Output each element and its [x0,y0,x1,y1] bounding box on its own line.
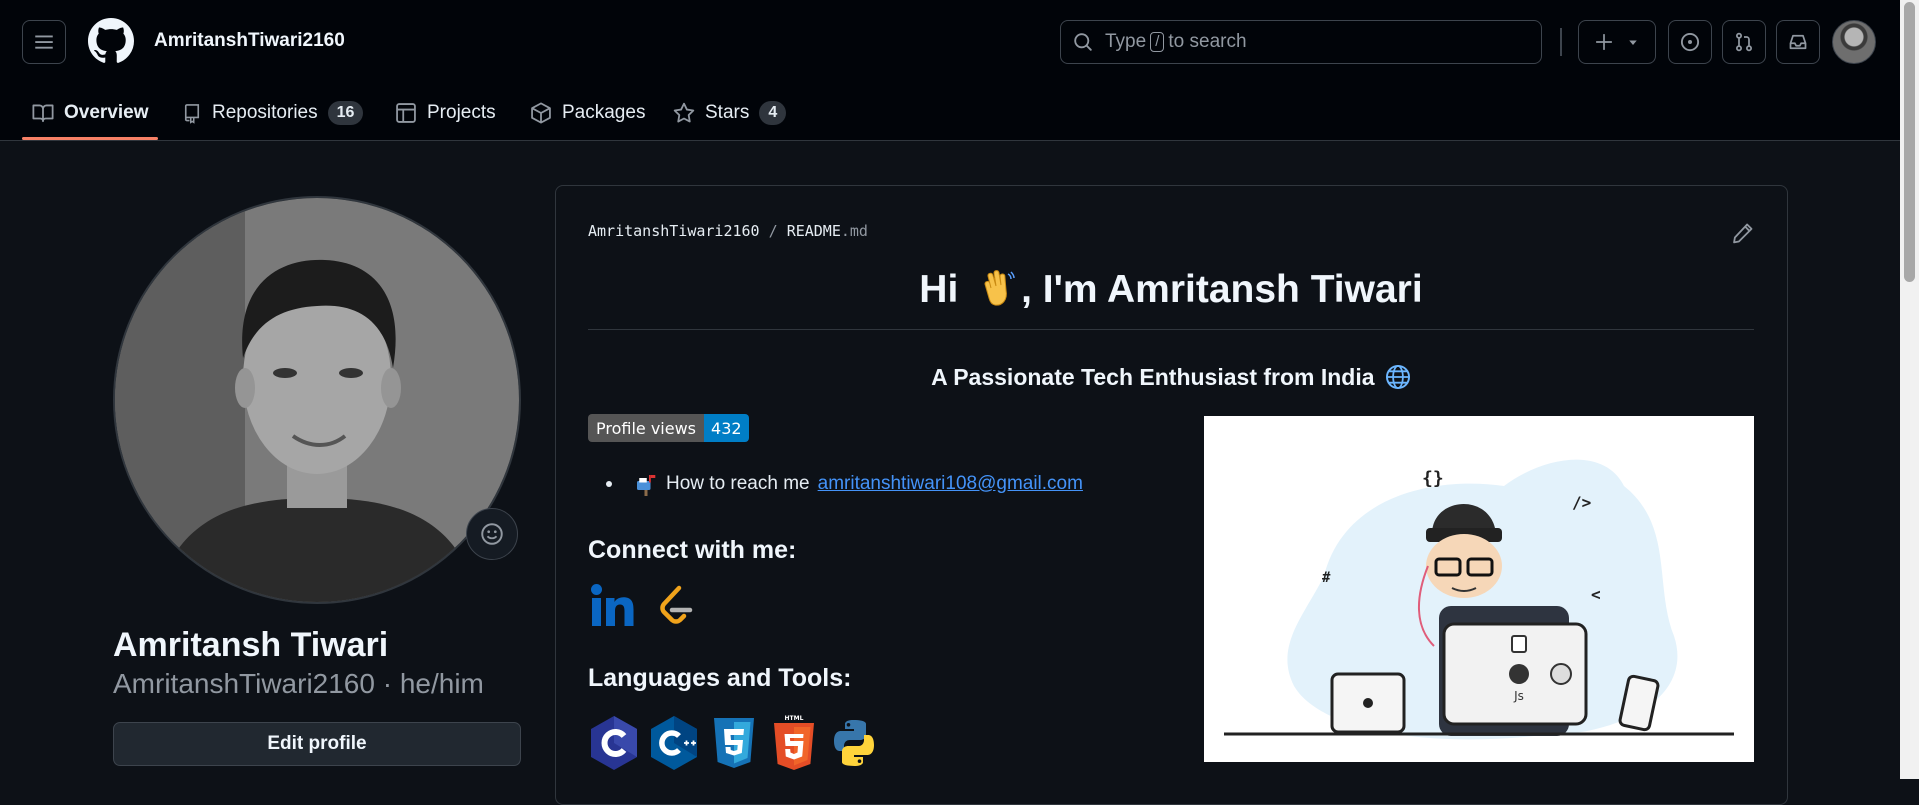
svg-text:Js: Js [1513,689,1524,703]
readme-path-file[interactable]: README [787,222,841,240]
contact-list-item: How to reach me amritanshtiwari108@gmail… [606,472,1083,496]
inbox-icon [1789,34,1807,50]
profile-views-badge: Profile views 432 [588,414,749,442]
waving-hand-icon [984,270,1015,306]
triangle-down-icon [1629,40,1637,45]
header-username[interactable]: AmritanshTiwari2160 [154,30,345,52]
cplusplus-icon[interactable] [648,714,700,772]
hamburger-icon [35,35,53,49]
readme-subtitle: A Passionate Tech Enthusiast from India [588,364,1754,391]
profile-full-name: Amritansh Tiwari [113,626,389,664]
create-new-button[interactable] [1578,20,1656,64]
title-divider [588,329,1754,330]
github-logo-icon[interactable] [88,18,134,64]
html5-icon[interactable]: HTML [768,714,820,772]
active-tab-indicator [22,137,158,140]
edit-profile-button[interactable]: Edit profile [113,722,521,766]
contact-text: How to reach me [666,473,810,494]
tab-repositories[interactable]: Repositories 16 [182,86,364,140]
tab-packages[interactable]: Packages [530,86,645,140]
profile-tabs: Overview Repositories 16 Projects Packag… [0,86,900,140]
svg-text:HTML: HTML [785,715,804,722]
package-icon [531,102,551,124]
pencil-icon[interactable] [1732,222,1754,244]
tab-stars[interactable]: Stars 4 [673,86,787,140]
tab-label: Stars [705,102,750,123]
header-divider [1560,28,1562,56]
git-pull-request-icon [1735,32,1753,52]
python-icon[interactable] [828,714,880,772]
user-avatar-menu[interactable] [1832,20,1876,64]
issue-opened-icon [1680,32,1700,52]
profile-photo [115,198,519,602]
coder-illustration-image: {} /> # < Js [1224,459,1734,740]
profile-avatar[interactable] [113,196,521,604]
profile-login-pronouns: AmritanshTiwari2160 · he/him [113,668,484,699]
linkedin-icon[interactable] [590,582,638,630]
svg-text:<: < [1591,585,1601,604]
readme-path: AmritanshTiwari2160 / README.md [588,222,868,240]
svg-text:/>: /> [1572,493,1591,512]
search-input[interactable]: Type / to search [1060,20,1542,64]
badge-label: Profile views [588,414,705,442]
page-scrollbar[interactable] [1900,0,1919,779]
tab-overview[interactable]: Overview [32,86,149,140]
repositories-count: 16 [327,101,364,125]
pull-requests-button[interactable] [1722,20,1766,64]
tab-label: Repositories [212,102,318,123]
readme-subtitle-text: A Passionate Tech Enthusiast from India [931,364,1375,390]
readme-title-hi: Hi [919,268,959,311]
readme-title: Hi , I'm Amritansh Tiwari [588,268,1754,312]
css3-icon[interactable] [708,714,760,772]
c-icon[interactable] [588,714,640,772]
svg-text:#: # [1322,570,1331,586]
book-icon [32,104,54,123]
readme-title-rest: , I'm Amritansh Tiwari [1021,268,1423,311]
star-icon [673,102,695,123]
tab-label: Packages [562,102,646,123]
globe-icon [1385,364,1410,390]
tab-label: Overview [64,102,149,123]
set-status-button[interactable] [466,508,518,560]
connect-heading: Connect with me: [588,536,797,564]
issues-button[interactable] [1668,20,1712,64]
svg-text:{}: {} [1422,468,1444,489]
readme-path-user[interactable]: AmritanshTiwari2160 [588,222,760,240]
list-bullet [606,481,612,487]
leetcode-icon[interactable] [652,582,700,630]
tab-label: Projects [427,102,496,123]
search-placeholder-suffix: to search [1168,31,1247,52]
readme-card: AmritanshTiwari2160 / README.md Hi , I'm… [555,185,1788,805]
repo-icon [184,104,200,124]
readme-path-separator: / [768,222,778,240]
search-placeholder-prefix: Type [1105,31,1147,52]
badge-value: 432 [704,414,749,442]
plus-icon [1596,34,1612,50]
table-icon [396,103,416,123]
email-link[interactable]: amritanshtiwari108@gmail.com [818,473,1083,495]
tab-projects[interactable]: Projects [395,86,496,140]
search-icon [1074,33,1092,51]
inbox-button[interactable] [1776,20,1820,64]
readme-path-extension: .md [840,222,868,240]
search-shortcut-key: / [1150,32,1165,52]
developer-illustration: {} /> # < Js [1204,416,1754,762]
menu-button[interactable] [22,20,66,64]
stars-count: 4 [759,101,787,125]
smiley-icon [481,523,503,545]
scrollbar-thumb[interactable] [1904,2,1915,282]
mailbox-icon [637,475,656,496]
languages-heading: Languages and Tools: [588,664,852,692]
